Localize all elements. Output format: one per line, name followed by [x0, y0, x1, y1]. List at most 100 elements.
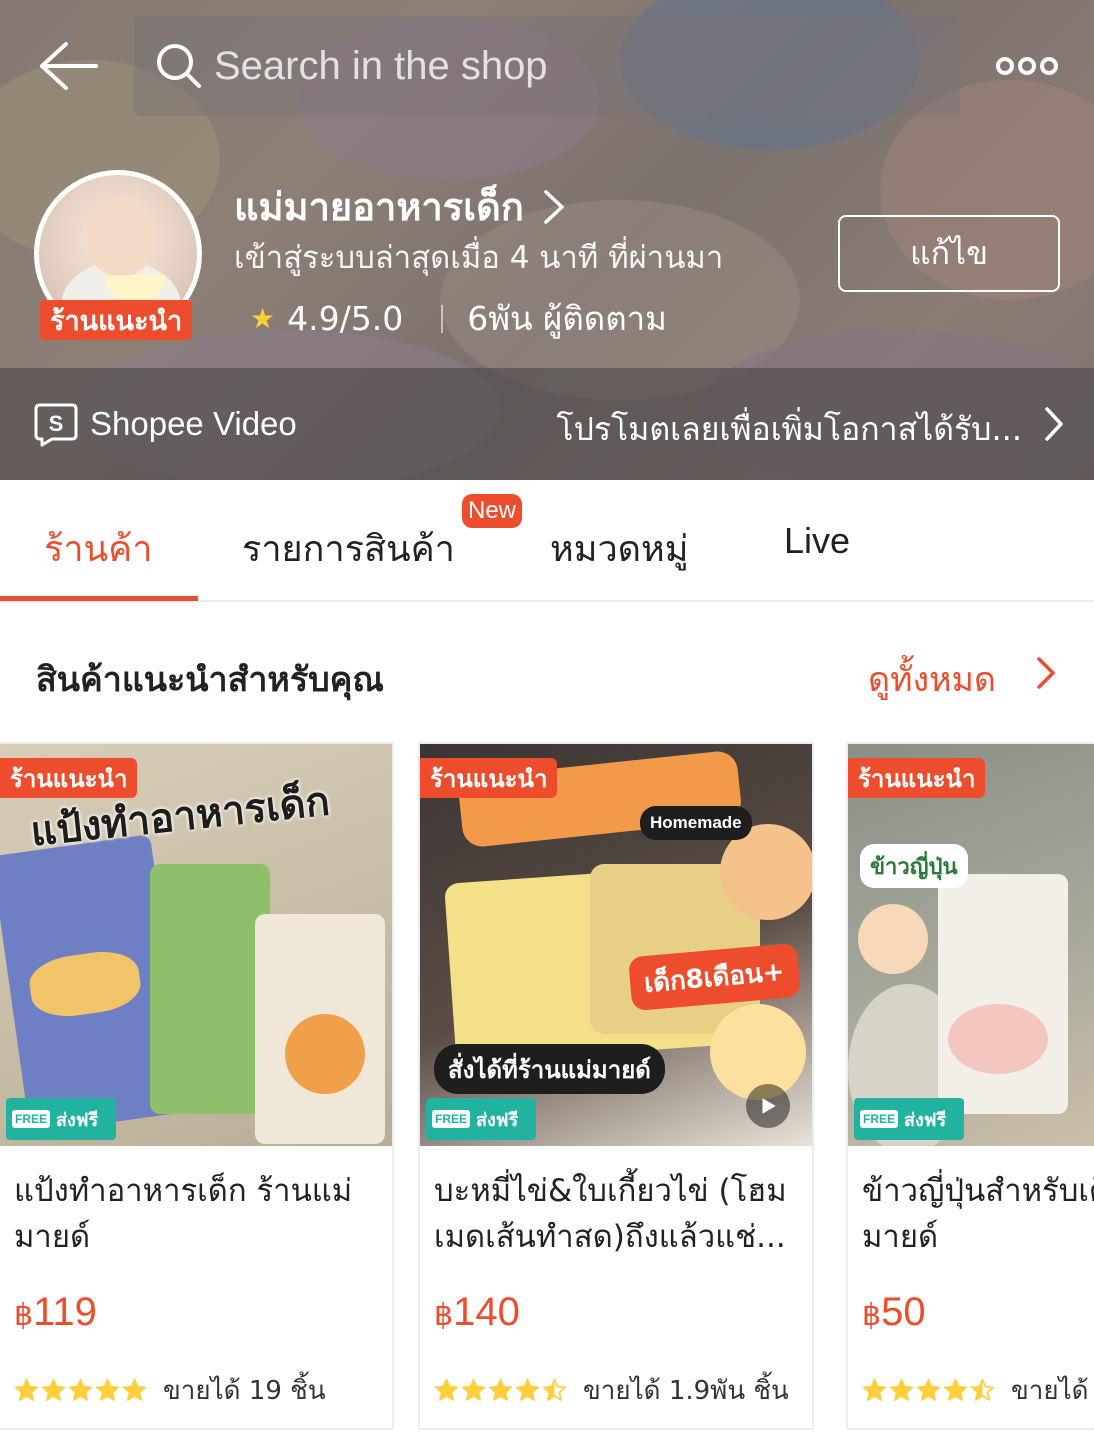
back-arrow-icon[interactable] [36, 40, 100, 92]
shopee-video-bar[interactable]: S Shopee Video โปรโมตเลยเพื่อเพิ่มโอกาสไ… [0, 368, 1094, 480]
video-promo-text: โปรโมตเลยเพื่อเพิ่มโอกาสได้รับ... [556, 410, 1022, 448]
free-shipping-label: ส่งฟรี [476, 1109, 519, 1131]
currency-symbol: ฿ [434, 1299, 454, 1332]
product-price: ฿140 [434, 1290, 520, 1335]
free-shipping-tag: FREE ส่งฟรี [426, 1098, 536, 1140]
product-image-text: Homemade [640, 806, 752, 840]
tab-shop[interactable]: ร้านค้า [44, 520, 152, 577]
shop-name[interactable]: แม่มายอาหารเด็ก [234, 176, 566, 237]
edit-button[interactable]: แก้ไข [838, 215, 1060, 292]
star-icon [68, 1378, 93, 1401]
star-icon [515, 1378, 540, 1401]
product-card[interactable]: Homemade เด็ก8เดือน+ สั่งได้ที่ร้านแม่มา… [418, 742, 814, 1430]
free-shipping-icon: FREE [860, 1110, 899, 1128]
free-shipping-tag: FREE ส่งฟรี [6, 1098, 116, 1140]
preferred-tag: ร้านแนะนำ [848, 758, 986, 798]
product-rating: ขายได้ 19 ชิ้น [14, 1370, 326, 1411]
shop-tabs: ร้านค้า รายการสินค้า New หมวดหมู่ Live [0, 480, 1094, 602]
shop-stats: ★ 4.9/5.0 6พัน ผู้ติดตาม [250, 292, 667, 345]
tab-products[interactable]: รายการสินค้า [242, 520, 455, 577]
product-price: ฿119 [14, 1290, 97, 1335]
shop-header: Search in the shop ร้านแนะนำ แม่มายอาหาร… [0, 0, 1094, 480]
sold-count: ขายได้ 76 ชิ้น [1011, 1376, 1094, 1406]
chevron-right-icon [1045, 407, 1063, 441]
star-rating [14, 1378, 147, 1403]
preferred-shop-badge: ร้านแนะนำ [40, 300, 193, 340]
product-art [285, 1014, 365, 1094]
star-rating [434, 1378, 567, 1403]
avatar-art [85, 197, 157, 277]
product-price: ฿50 [862, 1290, 926, 1335]
more-icon[interactable] [996, 52, 1058, 80]
star-icon [542, 1378, 567, 1401]
star-icon [916, 1378, 941, 1401]
free-shipping-label: ส่งฟรี [904, 1109, 947, 1131]
star-icon [943, 1378, 968, 1401]
product-name: บะหมี่ไข่&ใบเกี้ยวไข่ (โฮมเมดเส้นทำสด)ถึ… [434, 1173, 787, 1255]
star-icon [461, 1378, 486, 1401]
shopee-video-label: Shopee Video [90, 405, 297, 442]
see-all-link[interactable]: ดูทั้งหมด [868, 652, 996, 706]
product-image: แป้งทำอาหารเด็ก ร้านแนะนำ FREE ส่งฟรี [0, 744, 392, 1146]
price-value: 50 [881, 1290, 926, 1334]
product-image: ข้าวญี่ปุ่น ร้านแนะนำ FREE ส่งฟรี [848, 744, 1094, 1146]
product-rating: ขายได้ 1.9พัน ชิ้น [434, 1370, 789, 1411]
product-name: แป้งทำอาหารเด็ก ร้านแม่มายด์ [14, 1173, 353, 1255]
search-icon [157, 44, 201, 88]
chevron-right-icon[interactable] [1036, 656, 1056, 690]
shopee-video-icon: S [34, 403, 78, 447]
star-icon [862, 1378, 887, 1401]
star-icon [889, 1378, 914, 1401]
free-shipping-icon: FREE [12, 1110, 51, 1128]
product-card[interactable]: แป้งทำอาหารเด็ก ร้านแนะนำ FREE ส่งฟรี แป… [0, 742, 394, 1430]
search-placeholder: Search in the shop [214, 43, 548, 88]
search-input[interactable]: Search in the shop [134, 16, 960, 116]
preferred-tag: ร้านแนะนำ [420, 758, 558, 798]
more-dot [1040, 57, 1058, 75]
play-icon[interactable] [746, 1084, 790, 1128]
star-icon [970, 1378, 995, 1401]
star-icon [488, 1378, 513, 1401]
sold-count: ขายได้ 1.9พัน ชิ้น [583, 1376, 789, 1406]
preferred-tag: ร้านแนะนำ [0, 758, 138, 798]
free-shipping-tag: FREE ส่งฟรี [854, 1098, 964, 1140]
active-tab-indicator [0, 596, 198, 601]
star-icon: ★ [250, 302, 276, 335]
product-image: Homemade เด็ก8เดือน+ สั่งได้ที่ร้านแม่มา… [420, 744, 812, 1146]
tab-live[interactable]: Live [784, 520, 850, 562]
free-shipping-icon: FREE [432, 1110, 471, 1128]
new-badge: New [462, 494, 523, 528]
product-name: ข้าวญี่ปุ่นสำหรับเด็ก ร้านแม่มายด์ [862, 1173, 1094, 1255]
sold-count: ขายได้ 19 ชิ้น [163, 1376, 326, 1406]
shop-rating: 4.9/5.0 [287, 299, 404, 338]
star-rating [862, 1378, 995, 1403]
product-art [948, 1004, 1048, 1074]
product-art [938, 874, 1068, 1114]
shop-name-text: แม่มายอาหารเด็ก [234, 185, 524, 229]
last-login-text: เข้าสู่ระบบล่าสุดเมื่อ 4 นาที ที่ผ่านมา [234, 240, 724, 276]
product-art [150, 864, 270, 1114]
more-dot [996, 57, 1014, 75]
currency-symbol: ฿ [14, 1299, 34, 1332]
product-card[interactable]: ข้าวญี่ปุ่น ร้านแนะนำ FREE ส่งฟรี ข้าวญี… [846, 742, 1094, 1430]
more-dot [1018, 57, 1036, 75]
product-rating: ขายได้ 76 ชิ้น [862, 1370, 1094, 1411]
divider [441, 304, 444, 333]
product-art [858, 904, 928, 974]
tab-categories[interactable]: หมวดหมู่ [550, 520, 689, 577]
star-icon [95, 1378, 120, 1401]
product-image-text: ข้าวญี่ปุ่น [860, 844, 968, 888]
price-value: 119 [33, 1290, 97, 1334]
star-icon [41, 1378, 66, 1401]
price-value: 140 [453, 1290, 520, 1334]
star-icon [122, 1378, 147, 1401]
free-shipping-label: ส่งฟรี [56, 1109, 99, 1131]
currency-symbol: ฿ [862, 1299, 882, 1332]
star-icon [434, 1378, 459, 1401]
follower-count: 6พัน ผู้ติดตาม [467, 299, 667, 338]
play-icon-glyph [762, 1098, 776, 1114]
product-image-text: สั่งได้ที่ร้านแม่มายด์ [434, 1044, 665, 1094]
section-title: สินค้าแนะนำสำหรับคุณ [36, 660, 384, 700]
star-icon [14, 1378, 39, 1401]
chevron-right-icon [544, 189, 564, 224]
